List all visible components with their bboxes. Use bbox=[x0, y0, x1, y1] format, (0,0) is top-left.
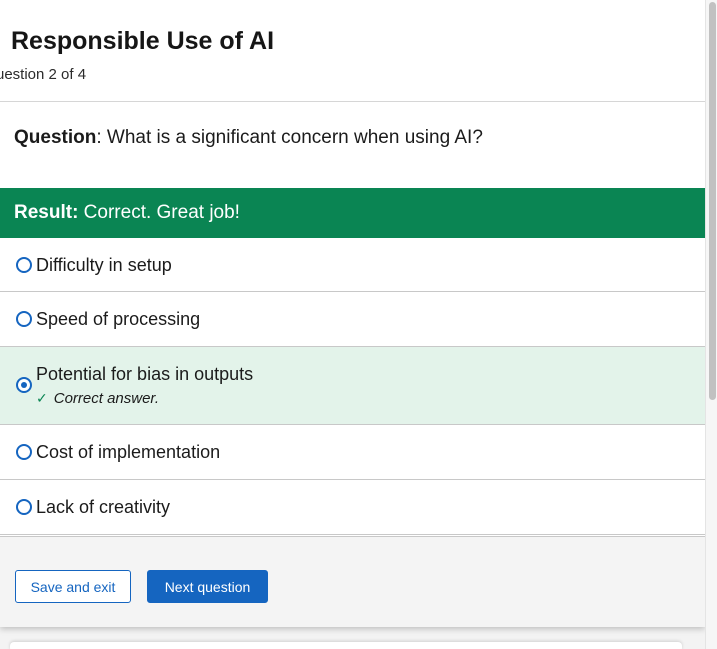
next-card-edge bbox=[10, 642, 682, 649]
scrollbar-thumb[interactable] bbox=[709, 2, 716, 400]
question-text: Question: What is a significant concern … bbox=[14, 127, 483, 149]
quiz-footer: Save and exit Next question bbox=[0, 536, 705, 627]
result-banner: Result: Correct. Great job! bbox=[0, 188, 705, 238]
radio-button[interactable] bbox=[16, 499, 32, 515]
result-message: Result: Correct. Great job! bbox=[14, 202, 240, 224]
answer-options: Difficulty in setup Speed of processing … bbox=[0, 238, 705, 535]
quiz-header: Responsible Use of AI uestion 2 of 4 bbox=[0, 0, 705, 102]
feedback-text: Correct answer. bbox=[53, 390, 160, 407]
result-text: Correct. Great job! bbox=[78, 202, 240, 223]
vertical-scrollbar[interactable] bbox=[705, 0, 717, 649]
answer-feedback: ✓ Correct answer. bbox=[36, 390, 159, 407]
question-prefix: Question bbox=[14, 127, 97, 148]
next-question-button[interactable]: Next question bbox=[147, 570, 268, 603]
question-body: : What is a significant concern when usi… bbox=[96, 127, 483, 148]
answer-option[interactable]: Speed of processing bbox=[0, 292, 705, 347]
quiz-title: Responsible Use of AI bbox=[11, 27, 275, 55]
question-progress: uestion 2 of 4 bbox=[0, 66, 87, 83]
save-and-exit-button[interactable]: Save and exit bbox=[15, 570, 131, 603]
radio-button[interactable] bbox=[16, 444, 32, 460]
result-prefix: Result: bbox=[14, 202, 79, 223]
answer-option[interactable]: Cost of implementation bbox=[0, 425, 705, 480]
answer-option-selected[interactable]: Potential for bias in outputs ✓ Correct a… bbox=[0, 347, 705, 425]
answer-option[interactable]: Difficulty in setup bbox=[0, 238, 705, 292]
answer-option[interactable]: Lack of creativity bbox=[0, 480, 705, 535]
radio-button-selected[interactable] bbox=[16, 377, 32, 393]
answer-option-label: Cost of implementation bbox=[36, 442, 221, 462]
answer-option-label: Potential for bias in outputs bbox=[36, 364, 254, 384]
radio-button[interactable] bbox=[16, 311, 32, 327]
radio-button[interactable] bbox=[16, 257, 32, 273]
answer-option-label: Lack of creativity bbox=[36, 497, 171, 517]
answer-option-label: Speed of processing bbox=[36, 309, 201, 329]
answer-option-label: Difficulty in setup bbox=[36, 255, 172, 275]
quiz-card: Responsible Use of AI uestion 2 of 4 Que… bbox=[0, 0, 705, 627]
checkmark-icon: ✓ bbox=[36, 390, 48, 406]
